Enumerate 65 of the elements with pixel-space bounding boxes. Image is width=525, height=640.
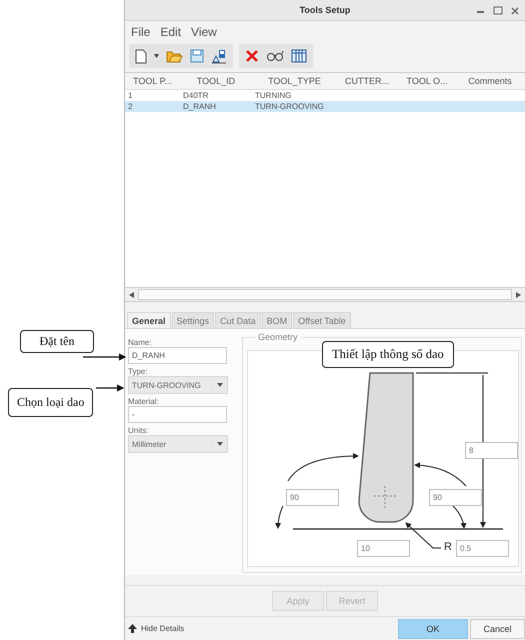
table-row[interactable]: 1 D40TR TURNING: [125, 90, 525, 101]
input-field[interactable]: 10: [357, 540, 410, 557]
table-cell-text: TURN-GROOVING: [254, 102, 325, 111]
input-field[interactable]: D_RANH: [128, 347, 227, 364]
leader-line: [405, 522, 442, 548]
column-header[interactable]: TOOL P...: [125, 76, 180, 86]
scroll-left-icon[interactable]: [129, 292, 134, 298]
horizontal-scrollbar[interactable]: [125, 287, 525, 302]
tab[interactable]: Settings: [172, 312, 214, 328]
callout-arrow: [96, 383, 126, 393]
table-cell-text: 1: [127, 91, 134, 100]
input-field[interactable]: 90: [429, 489, 482, 506]
field-label: Units:: [128, 426, 148, 435]
field-label: Name:: [128, 338, 152, 347]
callout-label: Thiết lập thông số dao: [322, 341, 454, 368]
field-label: Material:: [128, 397, 159, 406]
radius-label: R: [444, 541, 452, 553]
callout-label: Đặt tên: [20, 330, 94, 353]
column-header[interactable]: TOOL_ID: [180, 76, 252, 86]
hide-details-link[interactable]: Hide Details: [141, 624, 184, 633]
dropdown[interactable]: Millimeter: [128, 435, 228, 453]
tool-table-icon[interactable]: [211, 48, 227, 64]
input-field[interactable]: 8: [465, 442, 518, 459]
dropdown[interactable]: TURN-GROOVING: [128, 376, 228, 394]
button[interactable]: Cancel: [470, 618, 525, 638]
glasses-icon[interactable]: [266, 50, 284, 62]
column-header[interactable]: CUTTER...: [337, 76, 397, 86]
tab[interactable]: Offset Table: [293, 312, 351, 328]
caret-icon[interactable]: [154, 54, 159, 58]
menu-item[interactable]: File: [131, 25, 150, 39]
table-cell-text: D40TR: [182, 91, 210, 100]
scroll-thumb[interactable]: [138, 289, 512, 300]
maximize-icon[interactable]: [493, 6, 503, 15]
column-header[interactable]: TOOL_TYPE: [252, 76, 337, 86]
input-field[interactable]: 90: [286, 489, 339, 506]
folder-icon[interactable]: [166, 49, 183, 63]
tab[interactable]: Cut Data: [215, 312, 261, 328]
save-icon[interactable]: [190, 49, 204, 63]
menu-item[interactable]: View: [191, 25, 217, 39]
arrow-up-icon[interactable]: [128, 624, 137, 633]
field-label: Type:: [128, 367, 148, 376]
column-header[interactable]: TOOL O...: [397, 76, 457, 86]
right-angle-arrow: [414, 462, 466, 529]
close-icon[interactable]: [511, 6, 519, 14]
table-cell-text: TURNING: [254, 91, 292, 100]
table-cell-text: D_RANH: [182, 102, 217, 111]
button[interactable]: OK: [398, 618, 468, 638]
menu-item[interactable]: Edit: [160, 25, 182, 39]
new-file-icon[interactable]: [135, 48, 147, 64]
group-title: Geometry: [255, 332, 301, 342]
caret-icon[interactable]: [217, 383, 223, 387]
table-cell-text: 2: [127, 102, 134, 111]
tab[interactable]: BOM: [262, 312, 292, 328]
window-title: Tools Setup: [300, 5, 350, 15]
scroll-right-icon[interactable]: [516, 292, 521, 298]
callout-arrow: [83, 352, 128, 362]
input-field[interactable]: 0.5: [456, 540, 509, 557]
column-header[interactable]: Comments: [457, 76, 523, 86]
delete-icon[interactable]: [245, 49, 259, 63]
input-field[interactable]: -: [128, 406, 227, 423]
callout-label: Chọn loại dao: [8, 388, 94, 417]
columns-icon[interactable]: [291, 49, 307, 63]
tab[interactable]: General: [127, 312, 171, 328]
caret-icon[interactable]: [217, 442, 223, 446]
table-row[interactable]: 2 D_RANH TURN-GROOVING: [125, 101, 525, 112]
